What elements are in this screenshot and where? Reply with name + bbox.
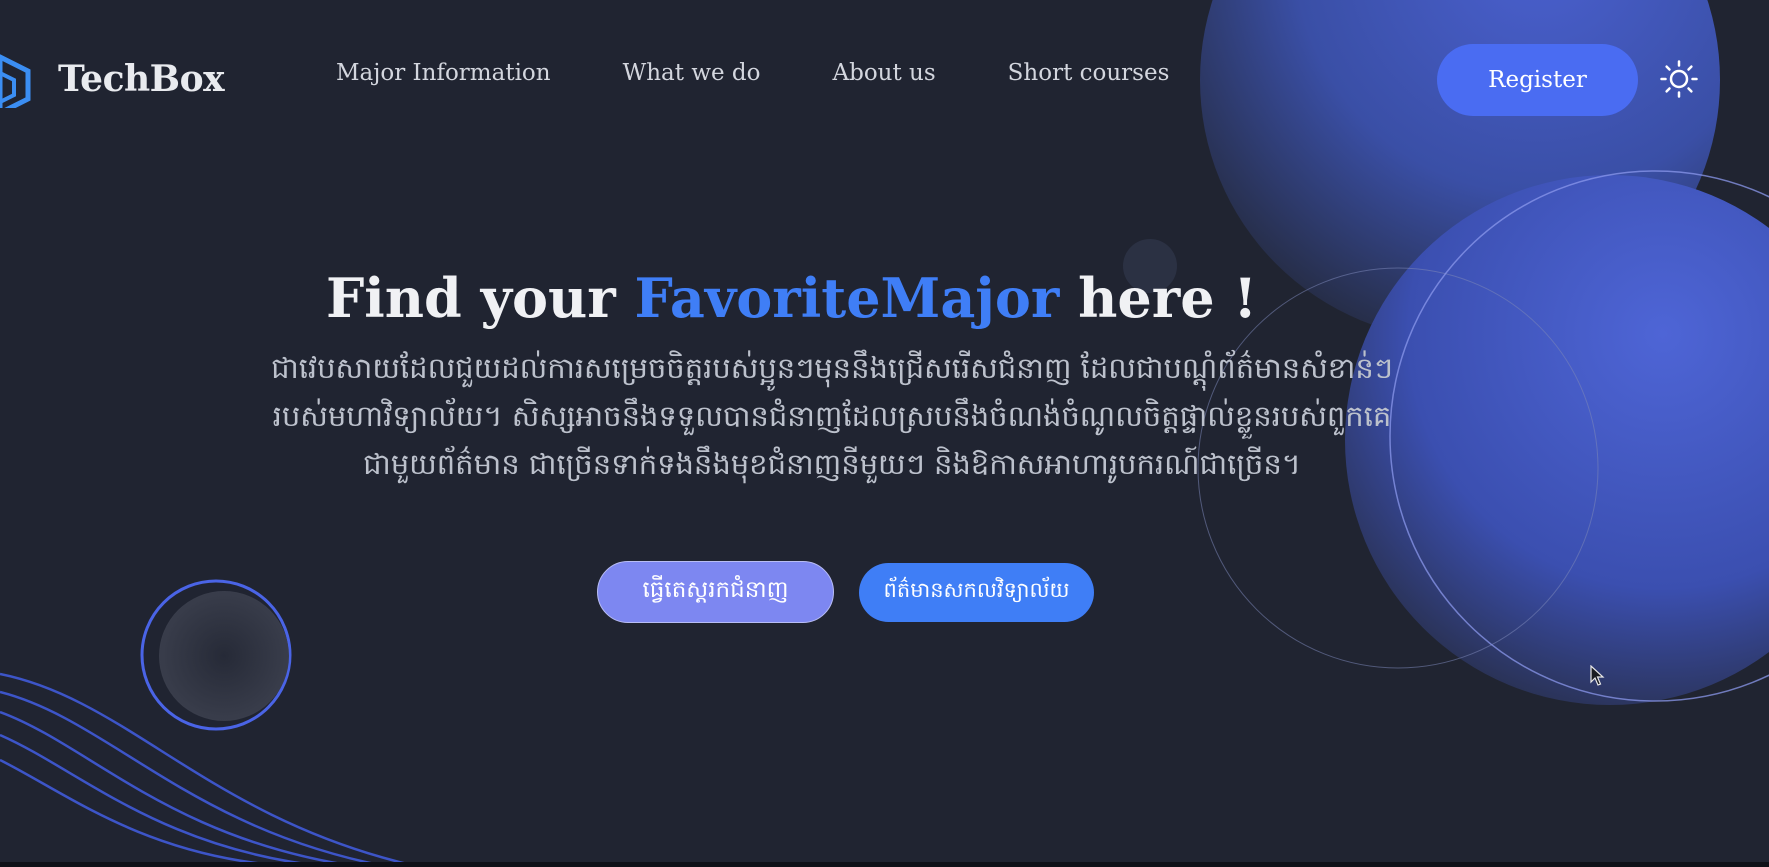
- nav-link-what-we-do[interactable]: What we do: [623, 60, 761, 86]
- brand-name: TechBox: [58, 58, 225, 100]
- landing-page: TechBox Major Information What we do Abo…: [0, 0, 1769, 867]
- mouse-cursor-icon: [1590, 665, 1605, 686]
- wave-line-4: [0, 733, 331, 867]
- hero-title-prefix: Find your: [325, 266, 635, 330]
- sun-icon[interactable]: [1660, 60, 1698, 98]
- hero-title-suffix: here !: [1059, 266, 1258, 330]
- bottom-edge: [0, 862, 1769, 867]
- nav-link-about-us[interactable]: About us: [833, 60, 936, 86]
- brand-logo[interactable]: TechBox: [0, 50, 225, 108]
- register-button[interactable]: Register: [1437, 44, 1638, 116]
- main-nav: Major Information What we do About us Sh…: [336, 60, 1169, 86]
- wave-line-5: [0, 758, 301, 867]
- hero-description: ជាវេបសាយដែលជួយដល់ការសម្រេចចិត្តរបស់ប្អូន…: [271, 351, 1393, 481]
- nav-link-short-courses[interactable]: Short courses: [1008, 60, 1170, 86]
- take-major-test-button[interactable]: ធ្វើតេស្តរកជំនាញ: [597, 561, 834, 623]
- hexagon-logo-icon: [0, 54, 31, 108]
- hero-title-accent: FavoriteMajor: [634, 266, 1060, 330]
- small-circle: [159, 591, 289, 721]
- hero-title: Find your FavoriteMajor here !: [0, 266, 1583, 330]
- nav-link-major-information[interactable]: Major Information: [336, 60, 551, 86]
- university-info-button[interactable]: ព័ត៌មានសកលវិទ្យាល័យ: [859, 563, 1094, 622]
